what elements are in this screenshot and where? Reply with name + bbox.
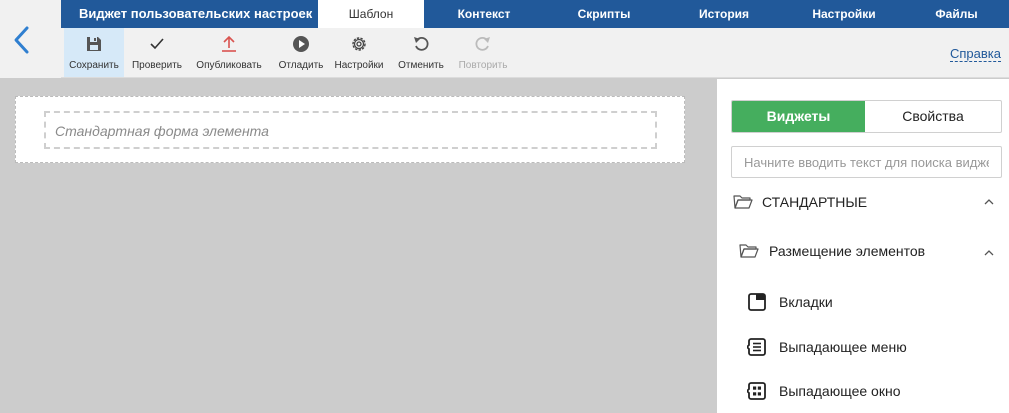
chevron-up-icon bbox=[984, 199, 994, 205]
form-container[interactable]: Стандартная форма элемента bbox=[15, 96, 685, 163]
tab-files[interactable]: Файлы bbox=[904, 0, 1009, 28]
save-label: Сохранить bbox=[69, 60, 119, 71]
folder-open-icon bbox=[739, 244, 759, 258]
subgroup-layout[interactable]: Размещение элементов bbox=[717, 236, 1009, 266]
widget-tabs-label: Вкладки bbox=[779, 294, 833, 310]
tab-context[interactable]: Контекст bbox=[424, 0, 544, 28]
tab-properties[interactable]: Свойства bbox=[865, 101, 1001, 132]
gear-icon bbox=[352, 37, 366, 51]
check-label: Проверить bbox=[131, 60, 182, 71]
tabs-icon bbox=[748, 293, 766, 311]
widgets-panel: Виджеты Свойства СТАНДАРТНЫЕ Размещение … bbox=[717, 79, 1009, 413]
form-placeholder-text: Стандартная форма элемента bbox=[55, 123, 269, 139]
panel-tab-switch: Виджеты Свойства bbox=[731, 100, 1002, 133]
tab-widgets[interactable]: Виджеты bbox=[732, 101, 865, 132]
widget-popup-window-label: Выпадающее окно bbox=[779, 383, 901, 399]
widget-dropdown-menu-label: Выпадающее меню bbox=[779, 339, 907, 355]
redo-icon bbox=[475, 36, 490, 51]
widget-search-input[interactable] bbox=[731, 146, 1002, 178]
folder-open-icon bbox=[733, 195, 753, 209]
popup-window-icon bbox=[747, 382, 766, 400]
play-circle-icon bbox=[293, 36, 309, 52]
tab-template[interactable]: Шаблон bbox=[318, 0, 424, 28]
chevron-left-icon bbox=[14, 26, 29, 54]
save-icon bbox=[87, 37, 101, 51]
back-button[interactable] bbox=[10, 24, 36, 56]
toolbar: Сохранить Проверить Опубликовать Отладит… bbox=[61, 28, 1009, 78]
group-standard-label: СТАНДАРТНЫЕ bbox=[762, 194, 868, 210]
redo-button[interactable]: Повторить bbox=[455, 28, 511, 77]
tab-scripts[interactable]: Скрипты bbox=[544, 0, 664, 28]
tab-history[interactable]: История bbox=[664, 0, 784, 28]
design-canvas: Стандартная форма элемента bbox=[0, 79, 717, 413]
settings-button[interactable]: Настройки bbox=[331, 28, 387, 77]
standard-form-placeholder[interactable]: Стандартная форма элемента bbox=[44, 111, 657, 149]
group-standard[interactable]: СТАНДАРТНЫЕ bbox=[717, 187, 1009, 217]
tab-settings[interactable]: Настройки bbox=[784, 0, 904, 28]
subgroup-layout-label: Размещение элементов bbox=[769, 243, 926, 259]
publish-label: Опубликовать bbox=[196, 60, 262, 71]
widget-dropdown-menu[interactable]: Выпадающее меню bbox=[717, 331, 1009, 363]
undo-button[interactable]: Отменить bbox=[395, 28, 447, 77]
settings-label: Настройки bbox=[334, 60, 384, 71]
top-tab-bar: Виджет пользовательских настроек Шаблон … bbox=[61, 0, 1009, 28]
redo-label: Повторить bbox=[458, 60, 508, 71]
publish-button[interactable]: Опубликовать bbox=[193, 28, 265, 77]
upload-icon bbox=[222, 35, 236, 52]
undo-icon bbox=[414, 36, 429, 51]
back-column bbox=[0, 0, 61, 78]
widget-popup-window[interactable]: Выпадающее окно bbox=[717, 375, 1009, 407]
help-link[interactable]: Справка bbox=[950, 46, 1001, 62]
widget-tabs[interactable]: Вкладки bbox=[717, 286, 1009, 318]
undo-label: Отменить bbox=[398, 60, 444, 71]
checkmark-icon bbox=[150, 38, 164, 50]
debug-button[interactable]: Отладить bbox=[269, 28, 333, 77]
app-title: Виджет пользовательских настроек bbox=[79, 6, 313, 21]
save-button[interactable]: Сохранить bbox=[64, 28, 124, 77]
chevron-up-icon bbox=[984, 250, 994, 256]
check-button[interactable]: Проверить bbox=[127, 28, 187, 77]
dropdown-menu-icon bbox=[747, 338, 766, 356]
debug-label: Отладить bbox=[278, 60, 324, 71]
